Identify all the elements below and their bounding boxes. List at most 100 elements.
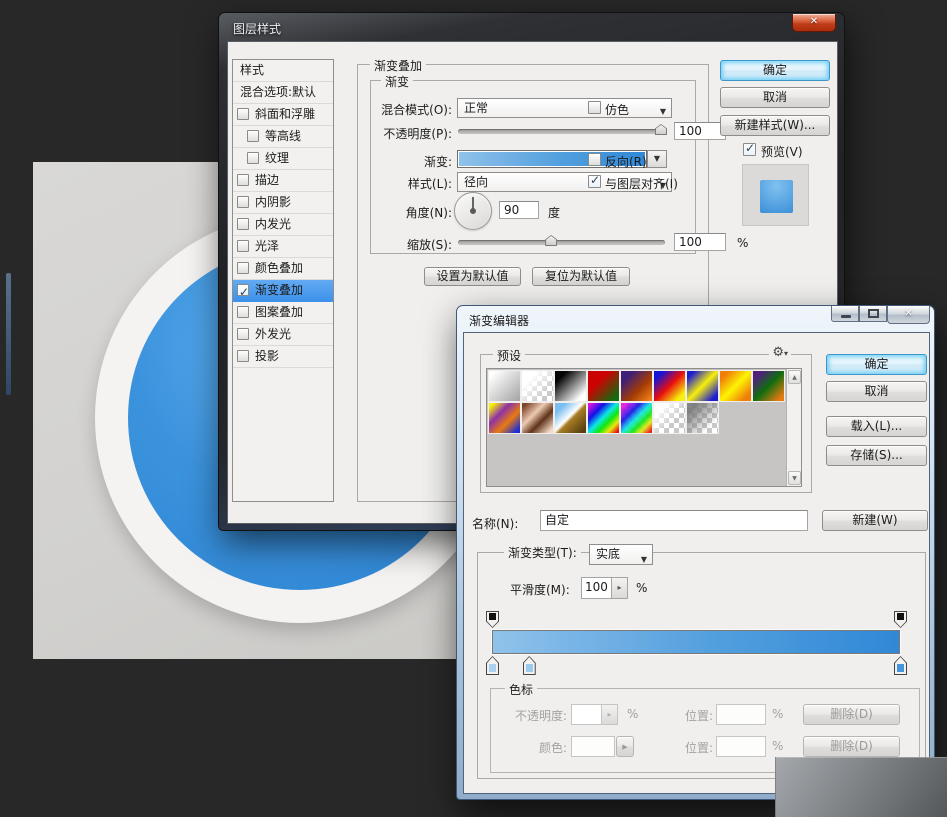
blend-mode-value: 正常 xyxy=(464,101,488,115)
save-button[interactable]: 存储(S)... xyxy=(826,445,927,466)
close-button[interactable]: ✕ xyxy=(792,14,836,32)
close-icon: ✕ xyxy=(810,16,818,27)
sidebar-item-6[interactable]: ✓ 内阴影 xyxy=(233,192,333,214)
preview-checkbox[interactable]: ✓ xyxy=(743,143,756,156)
preset-listbox: ▲ ▼ xyxy=(486,368,802,487)
sidebar-item-0[interactable]: 样式 xyxy=(233,60,333,82)
color-stop-9[interactable] xyxy=(523,656,536,675)
sidebar-item-11[interactable]: ✓图案叠加 xyxy=(233,302,333,324)
effect-checkbox[interactable]: ✓ xyxy=(237,284,249,296)
gradient-preset-black-to-white[interactable] xyxy=(554,370,587,402)
delete-opacity-stop-button: 删除(D) xyxy=(803,704,900,725)
gradient-preset-neutral-density[interactable] xyxy=(686,402,719,434)
effect-checkbox[interactable]: ✓ xyxy=(237,328,249,340)
photoshop-workspace: 图层样式 ✕ 样式混合选项:默认✓斜面和浮雕✓等高线✓纹理✓描边✓内阴影✓内发光… xyxy=(0,0,947,817)
reset-default-button[interactable]: 复位为默认值 xyxy=(532,267,630,286)
stop-opacity-spinner: ▸ xyxy=(571,704,618,725)
angle-input[interactable]: 90 xyxy=(499,201,539,219)
scale-input[interactable]: 100 xyxy=(674,233,726,251)
maximize-button[interactable] xyxy=(859,306,887,322)
gradient-edit-bar[interactable] xyxy=(492,630,900,654)
check-icon: ✓ xyxy=(590,173,600,187)
color-stop-100[interactable] xyxy=(894,656,907,675)
spinner-arrow-icon[interactable]: ▸ xyxy=(612,577,628,599)
reverse-checkbox[interactable]: ✓ xyxy=(588,153,601,166)
scale-slider-track[interactable] xyxy=(458,240,665,245)
gradient-picker-dropdown-button[interactable]: ▼ xyxy=(647,150,667,168)
gradient-preset-orange-yellow-orange[interactable] xyxy=(719,370,752,402)
angle-unit: 度 xyxy=(548,204,560,221)
opacity-stop-0[interactable] xyxy=(486,611,499,628)
scroll-down-button[interactable]: ▼ xyxy=(788,471,801,485)
scroll-up-icon: ▲ xyxy=(792,374,797,381)
gradient-preset-chrome[interactable] xyxy=(554,402,587,434)
close-button[interactable]: ✕ xyxy=(887,306,930,324)
effect-checkbox[interactable]: ✓ xyxy=(237,306,249,318)
minimize-button[interactable] xyxy=(831,306,859,322)
sidebar-item-label: 描边 xyxy=(255,170,279,191)
gradient-preset-transparent-stripes[interactable] xyxy=(653,402,686,434)
sidebar-item-7[interactable]: ✓内发光 xyxy=(233,214,333,236)
ok-button[interactable]: 确定 xyxy=(826,354,927,375)
gradient-preset-blue-yellow-blue[interactable] xyxy=(686,370,719,402)
opacity-stop-100[interactable] xyxy=(894,611,907,628)
sidebar-item-label: 光泽 xyxy=(255,236,279,257)
effect-checkbox[interactable]: ✓ xyxy=(237,196,249,208)
sidebar-item-4[interactable]: ✓纹理 xyxy=(233,148,333,170)
sidebar-item-8[interactable]: ✓ 光泽 xyxy=(233,236,333,258)
color-stop-0[interactable] xyxy=(486,656,499,675)
gradient-preset-violet-to-orange[interactable] xyxy=(620,370,653,402)
sidebar-item-5[interactable]: ✓ 描边 xyxy=(233,170,333,192)
style-preview-thumbnail xyxy=(760,180,793,213)
scale-label: 缩放(S): xyxy=(358,236,452,253)
align-with-layer-checkbox[interactable]: ✓ xyxy=(588,175,601,188)
cancel-button[interactable]: 取消 xyxy=(720,87,830,108)
gradient-settings-groupbox: 渐变类型(T): 实底 ▼ 平滑度(M): 100 ▸ % 色标 不透明度: xyxy=(477,552,926,779)
gradient-preset-spectrum[interactable] xyxy=(587,402,620,434)
gradient-preset-blue-red-yellow[interactable] xyxy=(653,370,686,402)
gradient-preset-foreground-to-background[interactable] xyxy=(488,370,521,402)
blend-mode-select[interactable]: 正常 ▼ xyxy=(457,98,672,118)
effect-checkbox[interactable]: ✓ xyxy=(237,262,249,274)
angle-dial[interactable] xyxy=(454,192,492,230)
presets-menu-button[interactable]: ⚙▾ xyxy=(769,345,791,360)
opacity-input[interactable]: 100 xyxy=(674,122,726,140)
effect-checkbox[interactable]: ✓ xyxy=(237,218,249,230)
cancel-button[interactable]: 取消 xyxy=(826,381,927,402)
sidebar-item-2[interactable]: ✓斜面和浮雕 xyxy=(233,104,333,126)
smoothness-spinner[interactable]: 100 ▸ xyxy=(581,577,628,599)
effect-checkbox[interactable]: ✓ xyxy=(247,130,259,142)
sidebar-item-1[interactable]: 混合选项:默认 xyxy=(233,82,333,104)
sidebar-item-13[interactable]: ✓投影 xyxy=(233,346,333,368)
new-style-button[interactable]: 新建样式(W)... xyxy=(720,115,830,136)
smoothness-value[interactable]: 100 xyxy=(581,577,612,599)
load-button[interactable]: 载入(L)... xyxy=(826,416,927,437)
make-default-button[interactable]: 设置为默认值 xyxy=(424,267,521,286)
gradient-preset-purple-green-gold[interactable] xyxy=(752,370,785,402)
gradient-type-select[interactable]: 实底 ▼ xyxy=(589,544,653,565)
effect-checkbox[interactable]: ✓ xyxy=(237,108,249,120)
name-input[interactable]: 自定 xyxy=(540,510,808,531)
gradient-preset-transparent-rainbow[interactable] xyxy=(620,402,653,434)
effect-checkbox[interactable]: ✓ xyxy=(237,350,249,362)
smoothness-unit: % xyxy=(636,581,647,595)
gradient-style-value: 径向 xyxy=(464,175,488,189)
sidebar-item-3[interactable]: ✓等高线 xyxy=(233,126,333,148)
effect-checkbox[interactable]: ✓ xyxy=(237,174,249,186)
effect-checkbox[interactable]: ✓ xyxy=(237,240,249,252)
new-gradient-button[interactable]: 新建(W) xyxy=(822,510,928,531)
sidebar-item-10[interactable]: ✓渐变叠加 xyxy=(233,280,333,302)
gradient-preset-foreground-to-transparent[interactable] xyxy=(521,370,554,402)
ok-button[interactable]: 确定 xyxy=(720,60,830,81)
dither-checkbox[interactable]: ✓ xyxy=(588,101,601,114)
opacity-slider-track[interactable] xyxy=(458,129,665,134)
preset-scrollbar[interactable]: ▲ ▼ xyxy=(786,369,801,486)
sidebar-item-9[interactable]: ✓颜色叠加 xyxy=(233,258,333,280)
scroll-up-button[interactable]: ▲ xyxy=(788,370,801,384)
sidebar-item-12[interactable]: ✓外发光 xyxy=(233,324,333,346)
gradient-preset-red-to-green[interactable] xyxy=(587,370,620,402)
gradient-preset-yellow-violet-orange-blue[interactable] xyxy=(488,402,521,434)
sidebar-item-label: 内阴影 xyxy=(255,192,291,213)
gradient-preset-copper[interactable] xyxy=(521,402,554,434)
effect-checkbox[interactable]: ✓ xyxy=(247,152,259,164)
